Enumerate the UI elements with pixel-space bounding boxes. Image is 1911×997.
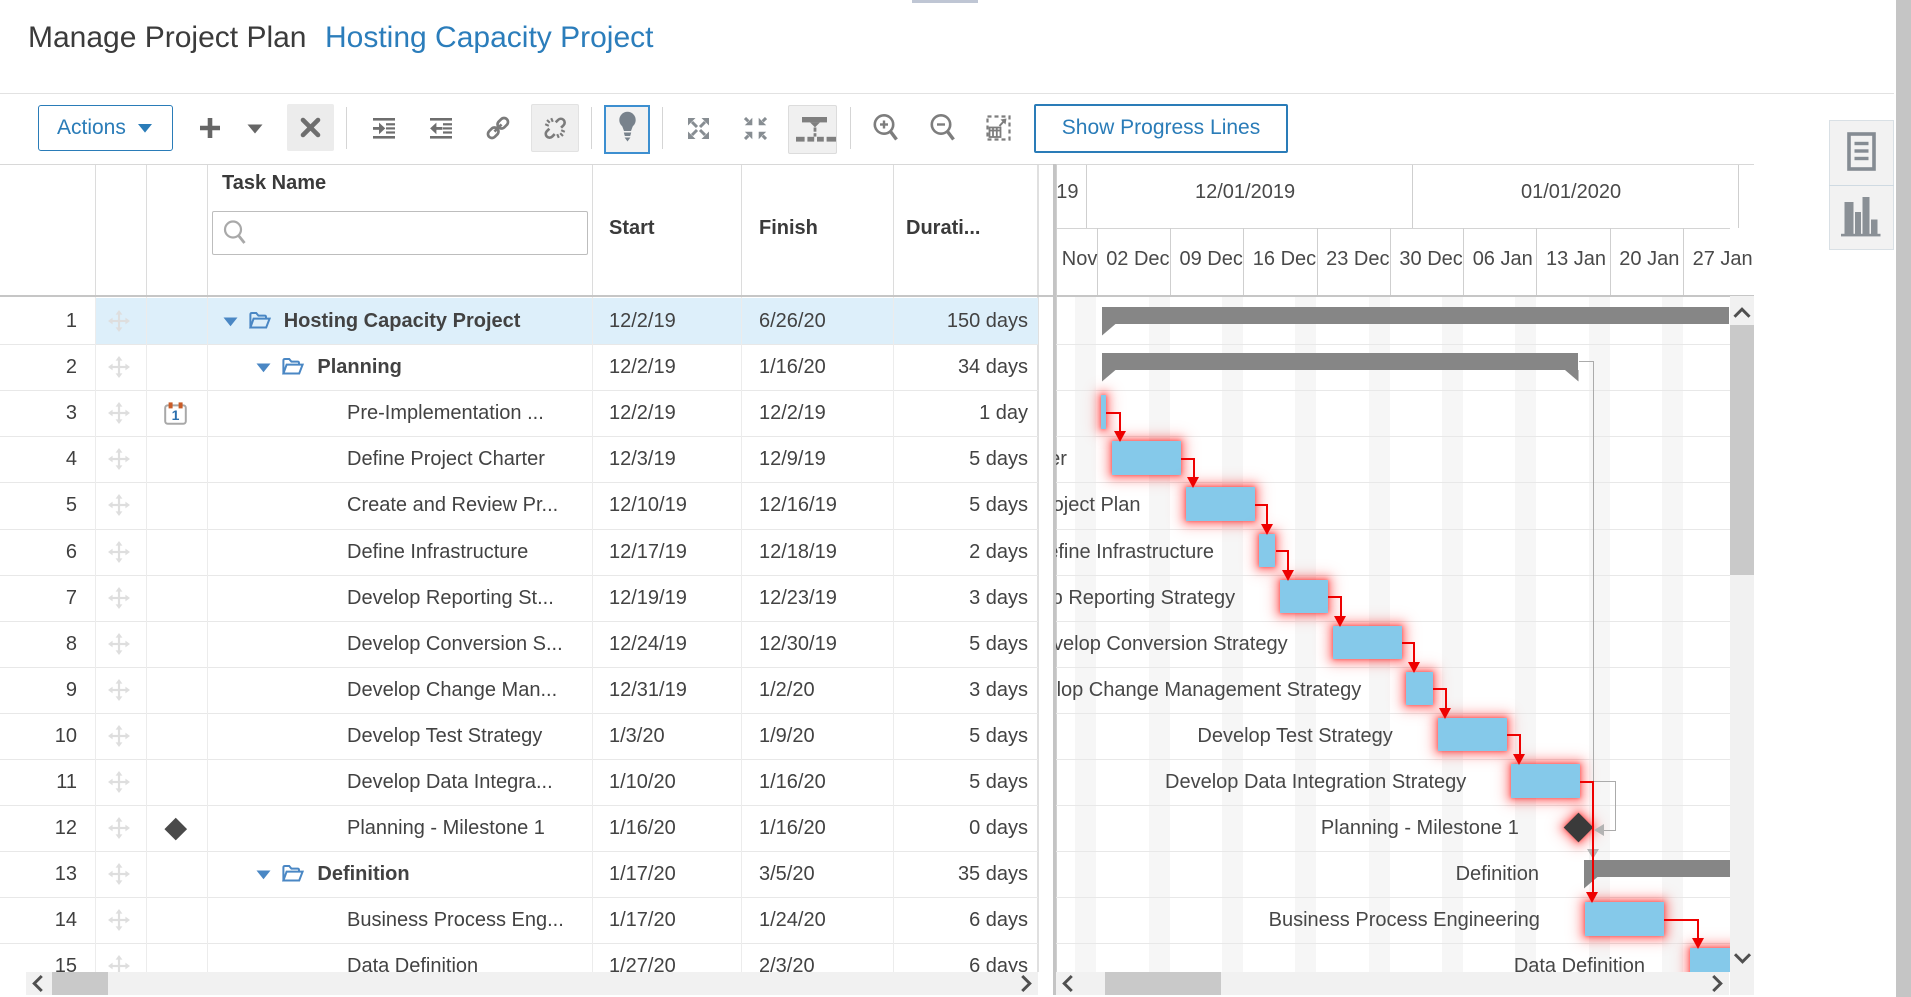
svg-text:1: 1 (172, 407, 180, 423)
